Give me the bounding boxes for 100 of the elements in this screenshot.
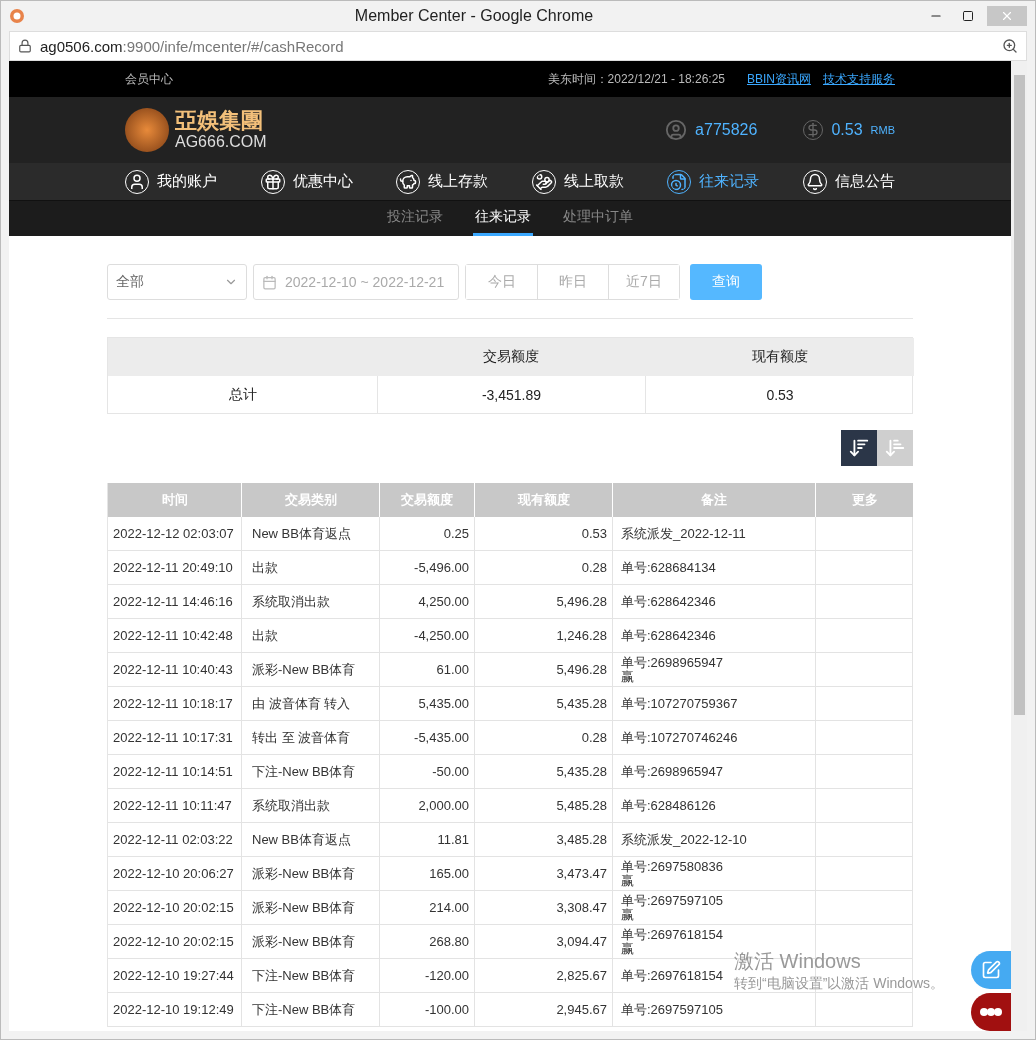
window-title: Member Center - Google Chrome	[353, 7, 595, 25]
chrome-app-icon	[9, 8, 25, 24]
table-cell: 5,435.00	[380, 687, 475, 721]
table-cell: 2022-12-11 10:14:51	[108, 755, 242, 789]
table-cell: 214.00	[380, 891, 475, 925]
table-cell: -100.00	[380, 993, 475, 1027]
nav-item[interactable]: 线上取款	[531, 169, 624, 194]
activation-text: 转到“电脑设置”以激活 Windows。	[734, 975, 944, 993]
table-cell: -120.00	[380, 959, 475, 993]
table-cell: 2022-12-11 10:11:47	[108, 789, 242, 823]
chat-button[interactable]	[971, 993, 1011, 1031]
logo-name: 亞娛集團	[175, 109, 264, 133]
table-cell: 由 波音体育 转入	[242, 687, 380, 721]
table-cell: 单号:628486126	[621, 798, 716, 813]
table-cell: 单号:107270759367	[621, 696, 738, 711]
balance-amount: 0.53	[831, 121, 863, 139]
table-cell: -50.00	[380, 755, 475, 789]
nav-item[interactable]: 我的账户	[125, 169, 217, 194]
table-cell: 11.81	[380, 823, 475, 857]
table-cell: 单号:2697580836 赢	[621, 859, 723, 888]
table-cell: New BB体育返点	[242, 517, 380, 551]
table-cell: 1,246.28	[475, 619, 613, 653]
nav-item[interactable]: 信息公告	[802, 169, 895, 194]
column-header: 现有额度	[645, 338, 914, 376]
table-cell: 出款	[242, 619, 380, 653]
table-cell: 2,825.67	[475, 959, 613, 993]
table-cell: 4,250.00	[380, 585, 475, 619]
table-cell: 2022-12-11 10:42:48	[108, 619, 242, 653]
sort-ascending-icon	[884, 437, 906, 459]
sort-button[interactable]	[841, 430, 877, 466]
table-cell: 61.00	[380, 653, 475, 687]
table-cell: 0.25	[380, 517, 475, 551]
table-cell: 单号:2697618154 赢	[621, 927, 723, 956]
table-cell: 转出 至 波音体育	[242, 721, 380, 755]
table-cell: 2022-12-10 19:27:44	[108, 959, 242, 993]
nav-item[interactable]: 优惠中心	[260, 169, 353, 194]
table-cell: 3,094.47	[475, 925, 613, 959]
summary-value: 0.53	[766, 386, 794, 403]
sub-tab[interactable]: 处理中订单	[561, 201, 635, 236]
table-cell: 下注-New BB体育	[242, 993, 380, 1027]
table-cell: 系统取消出款	[242, 789, 380, 823]
zoom-icon[interactable]	[1002, 38, 1018, 54]
table-cell: 2022-12-10 20:06:27	[108, 857, 242, 891]
top-link[interactable]: BBIN资讯网	[747, 70, 811, 88]
table-cell: 2022-12-12 02:03:07	[108, 517, 242, 551]
summary-value: -3,451.89	[481, 386, 542, 403]
table-cell: 5,496.28	[475, 653, 613, 687]
table-cell: 单号:2697597105	[621, 1002, 723, 1017]
table-cell: 单号:107270746246	[621, 730, 738, 745]
table-cell: -5,496.00	[380, 551, 475, 585]
table-cell: 268.80	[380, 925, 475, 959]
table-cell: 0.28	[475, 721, 613, 755]
table-cell: 派彩-New BB体育	[242, 653, 380, 687]
table-cell: 系统派发_2022-12-10	[621, 832, 747, 847]
table-cell: 2022-12-10 20:02:15	[108, 925, 242, 959]
table-cell: 0.28	[475, 551, 613, 585]
table-cell: 派彩-New BB体育	[242, 925, 380, 959]
calendar-icon	[262, 274, 277, 290]
sub-tab[interactable]: 往来记录	[473, 201, 533, 236]
table-cell: 5,485.28	[475, 789, 613, 823]
total-label: 总计	[228, 385, 257, 404]
table-cell: 系统取消出款	[242, 585, 380, 619]
sort-descending-icon	[848, 437, 870, 459]
table-cell: 2022-12-11 02:03:22	[108, 823, 242, 857]
column-header: 交易额度	[377, 338, 645, 376]
table-cell: 下注-New BB体育	[242, 755, 380, 789]
close-icon	[1000, 9, 1014, 23]
maximize-icon	[962, 10, 974, 22]
username: a775826	[695, 121, 758, 139]
edit-icon	[981, 960, 1001, 980]
lock-icon	[18, 39, 32, 53]
table-cell: 3,308.47	[475, 891, 613, 925]
table-cell: 5,435.28	[475, 755, 613, 789]
member-center-label: 会员中心	[125, 70, 173, 88]
table-cell: 下注-New BB体育	[242, 959, 380, 993]
nav-item[interactable]: 线上存款	[396, 169, 489, 194]
table-cell: 5,435.28	[475, 687, 613, 721]
table-cell: 单号:2698965947	[621, 764, 723, 779]
table-cell: 2022-12-11 10:17:31	[108, 721, 242, 755]
table-cell: 2,945.67	[475, 993, 613, 1027]
table-cell: 2022-12-11 20:49:10	[108, 551, 242, 585]
table-cell: 5,496.28	[475, 585, 613, 619]
table-cell: 0.53	[475, 517, 613, 551]
table-cell: 单号:628684134	[621, 560, 716, 575]
table-cell: 出款	[242, 551, 380, 585]
activation-title: 激活 Windows	[734, 949, 862, 974]
table-cell: 2022-12-11 14:46:16	[108, 585, 242, 619]
table-cell: 单号:2697597105 赢	[621, 893, 723, 922]
logo-icon	[125, 108, 169, 152]
type-select[interactable]: 全部	[107, 264, 247, 300]
table-cell: 3,485.28	[475, 823, 613, 857]
table-cell: 单号:2697618154	[621, 968, 723, 983]
scrollbar-thumb[interactable]	[1013, 75, 1025, 715]
table-cell: 派彩-New BB体育	[242, 857, 380, 891]
sub-tab[interactable]: 投注记录	[385, 201, 445, 236]
top-link[interactable]: 技术支持服务	[823, 70, 895, 88]
table-cell: 2022-12-11 10:18:17	[108, 687, 242, 721]
table-cell: 单号:2698965947 赢	[621, 655, 723, 684]
nav-item[interactable]: 往来记录	[667, 169, 760, 194]
currency-label: RMB	[870, 124, 895, 136]
